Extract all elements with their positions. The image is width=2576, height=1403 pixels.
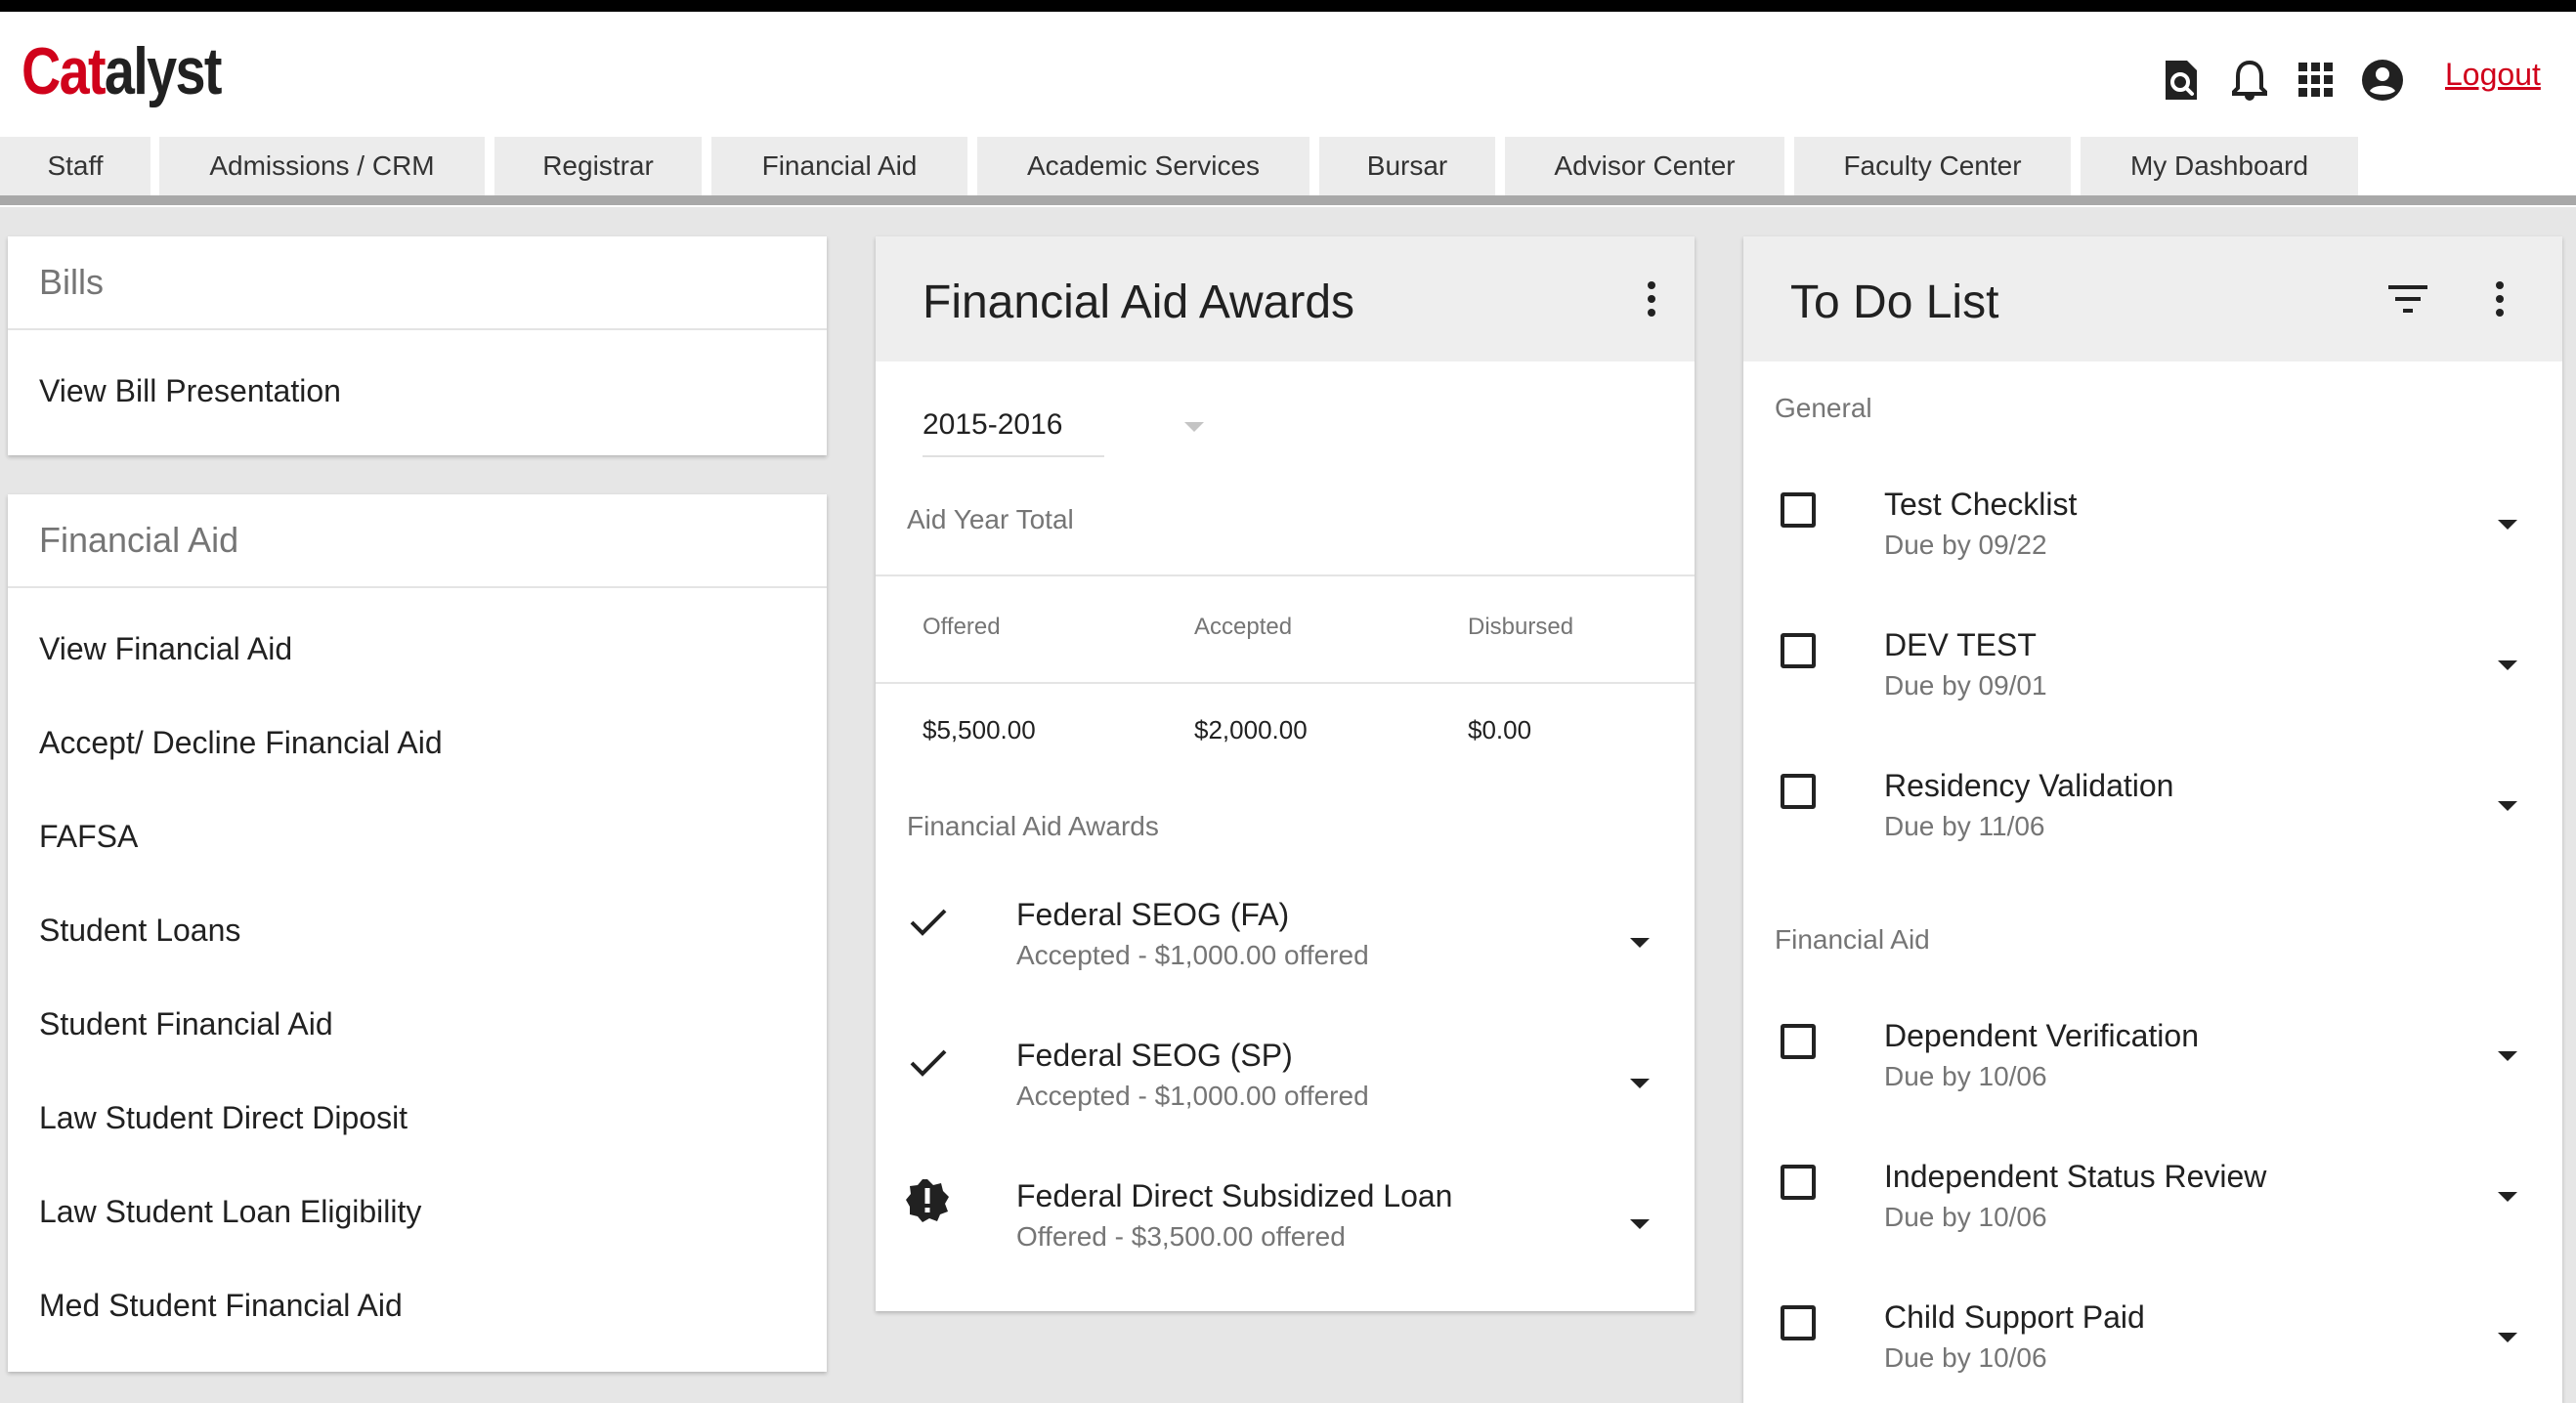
awards-more-icon[interactable] [1632,272,1671,326]
tab-financial-aid[interactable]: Financial Aid [711,137,967,195]
disbursed-total: $0.00 [1468,715,1532,744]
tab-registrar[interactable]: Registrar [494,137,702,195]
check-icon [910,909,947,936]
todo-item-due: Due by 09/01 [1884,670,2047,701]
tab-staff[interactable]: Staff [0,137,150,195]
todo-checkbox[interactable] [1781,1305,1816,1340]
todo-item-name: Test Checklist [1884,487,2078,522]
todo-group-label: General [1775,393,1872,423]
todo-checkbox[interactable] [1781,774,1816,809]
student-loans-link[interactable]: Student Loans [8,913,240,949]
offered-total: $5,500.00 [923,715,1036,744]
accept-decline-financial-aid-link[interactable]: Accept/ Decline Financial Aid [8,725,443,761]
award-name: Federal SEOG (FA) [1016,897,1290,932]
search-icon[interactable] [2154,51,2209,109]
todo-item-name: DEV TEST [1884,627,2037,662]
tab-admissions-crm[interactable]: Admissions / CRM [159,137,485,195]
todo-checkbox[interactable] [1781,1024,1816,1059]
tab-advisor-center[interactable]: Advisor Center [1505,137,1784,195]
law-student-loan-eligibility-link[interactable]: Law Student Loan Eligibility [8,1194,421,1230]
award-name: Federal SEOG (SP) [1016,1038,1293,1073]
chevron-down-icon[interactable] [1630,938,1650,948]
award-row[interactable]: Federal SEOG (SP) Accepted - $1,000.00 o… [876,1024,1695,1151]
tab-faculty-center[interactable]: Faculty Center [1794,137,2071,195]
apps-grid-icon[interactable] [2289,51,2343,109]
divider [876,574,1695,576]
awards-section-label: Financial Aid Awards [907,811,1159,841]
accepted-total: $2,000.00 [1194,715,1308,744]
chevron-down-icon[interactable] [2498,1051,2517,1061]
todo-checkbox[interactable] [1781,1165,1816,1200]
award-row[interactable]: Federal SEOG (FA) Accepted - $1,000.00 o… [876,883,1695,1010]
chevron-down-icon[interactable] [2498,520,2517,530]
todo-group-label: Financial Aid [1775,924,1930,955]
view-financial-aid-link[interactable]: View Financial Aid [8,631,292,667]
todo-item-due: Due by 09/22 [1884,530,2047,560]
law-student-direct-deposit-link[interactable]: Law Student Direct Diposit [8,1100,408,1136]
award-name: Federal Direct Subsidized Loan [1016,1178,1453,1213]
todo-item-name: Dependent Verification [1884,1018,2199,1053]
todo-item-due: Due by 10/06 [1884,1202,2047,1232]
todo-list-card: To Do List General Test Checklist Due by… [1743,236,2562,1403]
awards-title: Financial Aid Awards [923,276,1355,328]
todo-item-due: Due by 10/06 [1884,1342,2047,1373]
financial-aid-title: Financial Aid [8,494,827,588]
chevron-down-icon[interactable] [1630,1079,1650,1088]
todo-item-due: Due by 11/06 [1884,811,2045,841]
todo-card-header: To Do List [1743,236,2562,361]
chevron-down-icon[interactable] [1630,1219,1650,1229]
financial-aid-awards-card: Financial Aid Awards 2015-2016 Aid Year … [876,236,1695,1311]
bills-card: Bills View Bill Presentation [8,236,827,455]
logout-link[interactable]: Logout [2445,57,2541,93]
financial-aid-card: Financial Aid View Financial Aid Accept/… [8,494,827,1372]
student-financial-aid-link[interactable]: Student Financial Aid [8,1006,333,1042]
awards-card-header: Financial Aid Awards [876,236,1695,361]
alert-badge-icon [906,1179,949,1222]
chevron-down-icon[interactable] [2498,801,2517,811]
account-icon[interactable] [2355,51,2410,109]
todo-item-name: Independent Status Review [1884,1159,2267,1194]
tab-bursar[interactable]: Bursar [1319,137,1495,195]
chevron-down-icon[interactable] [2498,660,2517,670]
divider [876,682,1695,684]
app-header: Catalyst Logout [0,12,2576,137]
aid-year-dropdown-icon[interactable] [1184,422,1204,432]
aid-year-value: 2015-2016 [923,408,1063,441]
award-status: Accepted - $1,000.00 offered [1016,1081,1369,1111]
med-student-financial-aid-link[interactable]: Med Student Financial Aid [8,1288,403,1324]
top-black-bar [0,0,2576,12]
award-status: Offered - $3,500.00 offered [1016,1221,1346,1252]
todo-checkbox[interactable] [1781,492,1816,528]
check-icon [910,1049,947,1077]
todo-item-name: Residency Validation [1884,768,2174,803]
offered-column-header: Offered [923,614,1001,640]
nav-divider [0,195,2576,205]
award-status: Accepted - $1,000.00 offered [1016,940,1369,970]
todo-item-due: Due by 10/06 [1884,1061,2047,1091]
todo-checkbox[interactable] [1781,633,1816,668]
todo-more-icon[interactable] [2480,272,2519,326]
bills-title: Bills [8,236,827,330]
disbursed-column-header: Disbursed [1468,614,1574,640]
chevron-down-icon[interactable] [2498,1192,2517,1202]
todo-title: To Do List [1790,276,1999,328]
fafsa-link[interactable]: FAFSA [8,819,138,855]
catalyst-logo[interactable]: Catalyst [21,33,222,109]
bell-icon[interactable] [2222,51,2277,109]
aid-year-select[interactable]: 2015-2016 [923,397,1104,457]
tab-academic-services[interactable]: Academic Services [977,137,1309,195]
aid-year-total-label: Aid Year Total [907,504,1074,534]
tab-my-dashboard[interactable]: My Dashboard [2081,137,2358,195]
todo-item-name: Child Support Paid [1884,1299,2145,1335]
chevron-down-icon[interactable] [2498,1333,2517,1342]
award-row[interactable]: Federal Direct Subsidized Loan Offered -… [876,1165,1695,1292]
accepted-column-header: Accepted [1194,614,1293,640]
filter-icon[interactable] [2388,285,2427,313]
view-bill-presentation-link[interactable]: View Bill Presentation [8,373,341,409]
